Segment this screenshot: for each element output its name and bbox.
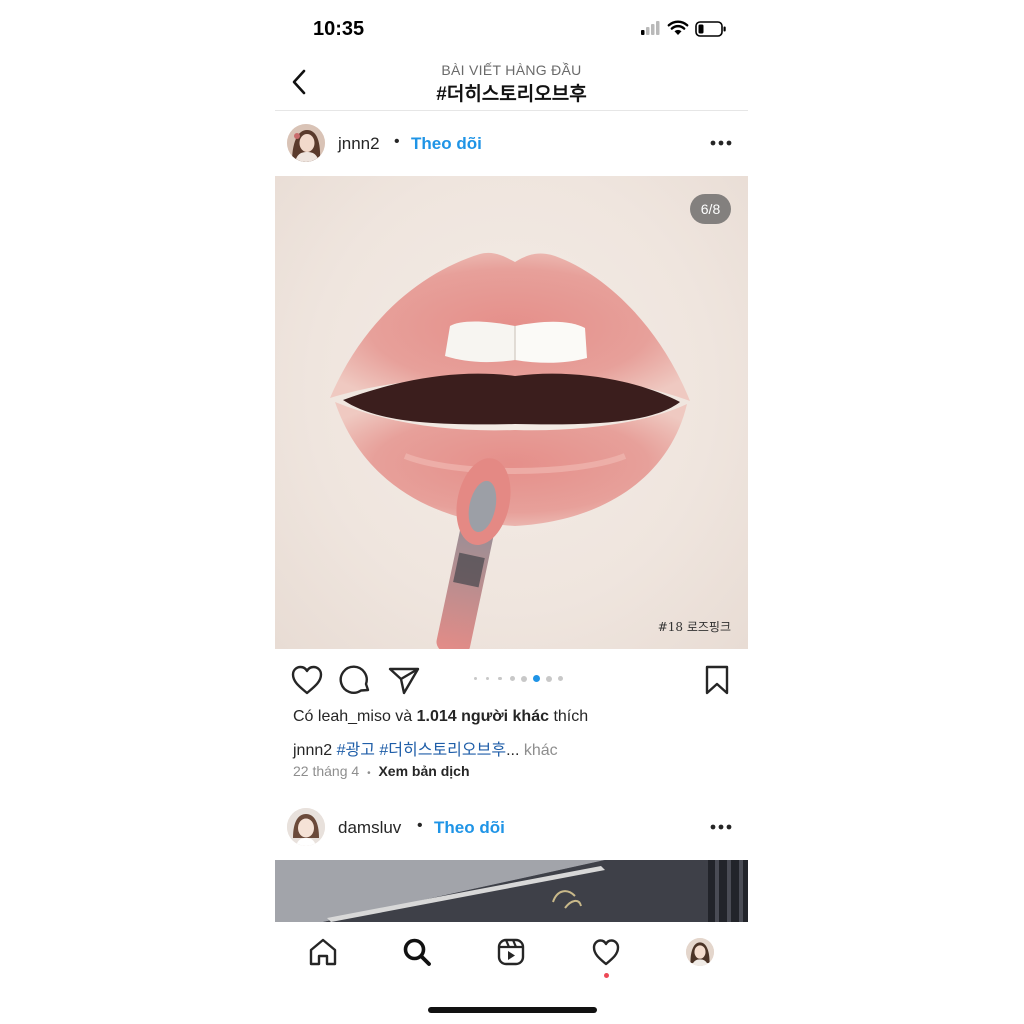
- avatar[interactable]: [287, 808, 325, 846]
- post-header: damsluv • Theo dõi: [275, 797, 748, 857]
- comment-icon[interactable]: [339, 664, 373, 696]
- page-header: BÀI VIẾT HÀNG ĐẦU #더히스토리오브후: [275, 55, 748, 111]
- post-username[interactable]: jnnn2: [338, 134, 380, 154]
- post-header: jnnn2 • Theo dõi: [275, 113, 748, 173]
- post-meta: 22 tháng 4 • Xem bản dịch: [293, 763, 470, 779]
- post-image[interactable]: 6/8 #18 로즈핑크: [275, 176, 748, 649]
- wifi-icon: [667, 20, 689, 35]
- more-options-icon[interactable]: [710, 140, 732, 146]
- meta-separator: •: [367, 768, 371, 779]
- lips-photo: [330, 252, 690, 649]
- likes-count[interactable]: 1.014 người khác: [417, 708, 549, 725]
- carousel-dot: [473, 676, 478, 681]
- carousel-dot: [521, 675, 528, 682]
- separator-dot: •: [417, 817, 423, 834]
- heart-icon[interactable]: [290, 664, 324, 696]
- caption-username[interactable]: jnnn2: [293, 742, 332, 759]
- image-counter-badge: 6/8: [690, 194, 731, 224]
- reels-icon[interactable]: [496, 937, 526, 967]
- hashtag-link[interactable]: #광고: [337, 742, 375, 759]
- bottom-tab-bar: [275, 922, 748, 992]
- post-actions: [275, 660, 748, 700]
- post-date: 22 tháng 4: [293, 763, 360, 779]
- carousel-dot: [558, 676, 564, 681]
- carousel-dot: [485, 676, 490, 681]
- search-icon[interactable]: [402, 937, 432, 967]
- caption-more-link[interactable]: khác: [519, 742, 558, 759]
- cellular-signal-icon: [641, 21, 660, 35]
- follow-button[interactable]: Theo dõi: [434, 818, 505, 838]
- carousel-dot: [498, 676, 502, 681]
- likes-suffix: thích: [549, 708, 589, 725]
- caption-ellipsis: ...: [506, 742, 520, 759]
- home-icon[interactable]: [308, 937, 338, 967]
- product-display-photo: [275, 860, 748, 922]
- share-icon[interactable]: [387, 664, 421, 696]
- heart-icon[interactable]: [591, 937, 621, 967]
- status-bar: 10:35: [275, 0, 748, 60]
- status-time: 10:35: [313, 18, 365, 40]
- notification-dot: [604, 973, 609, 978]
- hashtag-title: #더히스토리오브후: [436, 84, 587, 105]
- likes-middle: và: [390, 708, 417, 725]
- battery-icon: [695, 21, 726, 37]
- header-subtitle: BÀI VIẾT HÀNG ĐẦU: [441, 62, 582, 78]
- carousel-dot: [509, 676, 515, 681]
- bookmark-icon[interactable]: [702, 664, 732, 696]
- phone-screen: 10:35 BÀI VIẾT HÀNG ĐẦU #더히스토리오브후 jnnn2 …: [275, 0, 748, 1024]
- carousel-dot: [545, 675, 552, 682]
- home-indicator: [428, 1007, 597, 1013]
- post-caption: jnnn2 #광고 #더히스토리오브후... khác: [293, 736, 558, 760]
- follow-button[interactable]: Theo dõi: [411, 134, 482, 154]
- liker-username[interactable]: leah_miso: [318, 708, 391, 725]
- translate-link[interactable]: Xem bản dịch: [378, 763, 469, 779]
- post-username[interactable]: damsluv: [338, 818, 401, 838]
- hashtag-link[interactable]: #더히스토리오브후: [379, 742, 506, 759]
- profile-avatar[interactable]: [686, 938, 714, 966]
- shade-label: #18 로즈핑크: [657, 620, 731, 634]
- carousel-dot: [533, 675, 540, 682]
- more-options-icon[interactable]: [710, 824, 732, 830]
- likes-text: Có leah_miso và 1.014 người khác thích: [293, 708, 588, 726]
- post-image[interactable]: [275, 860, 748, 922]
- avatar[interactable]: [287, 124, 325, 162]
- likes-prefix: Có: [293, 708, 318, 725]
- separator-dot: •: [394, 133, 400, 150]
